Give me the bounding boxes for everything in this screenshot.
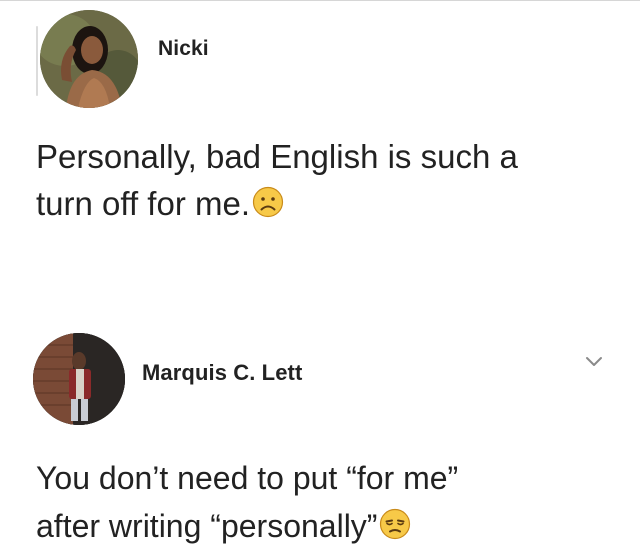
author-name[interactable]: Nicki	[158, 37, 209, 61]
avatar[interactable]	[33, 333, 125, 425]
frowning-face-icon	[252, 183, 284, 230]
post-nicki: Nicki Personally, bad English is such a …	[0, 0, 640, 290]
post-text: Personally, bad English is such a turn o…	[36, 133, 518, 230]
thread-rail	[36, 26, 38, 96]
post-text-line-1: Personally, bad English is such a	[36, 138, 518, 175]
chevron-down-icon[interactable]	[584, 354, 604, 368]
post-text-line-1: You don’t need to put “for me”	[36, 460, 459, 496]
avatar[interactable]	[40, 10, 138, 108]
avatar-photo	[33, 333, 125, 425]
avatar-photo	[40, 10, 138, 108]
author-name[interactable]: Marquis C. Lett	[142, 360, 302, 386]
post-text-line-2: turn off for me.	[36, 185, 250, 222]
post-text-line-2: after writing “personally”	[36, 508, 378, 544]
post-text: You don’t need to put “for me” after wri…	[36, 454, 458, 549]
unamused-face-icon	[379, 505, 411, 549]
